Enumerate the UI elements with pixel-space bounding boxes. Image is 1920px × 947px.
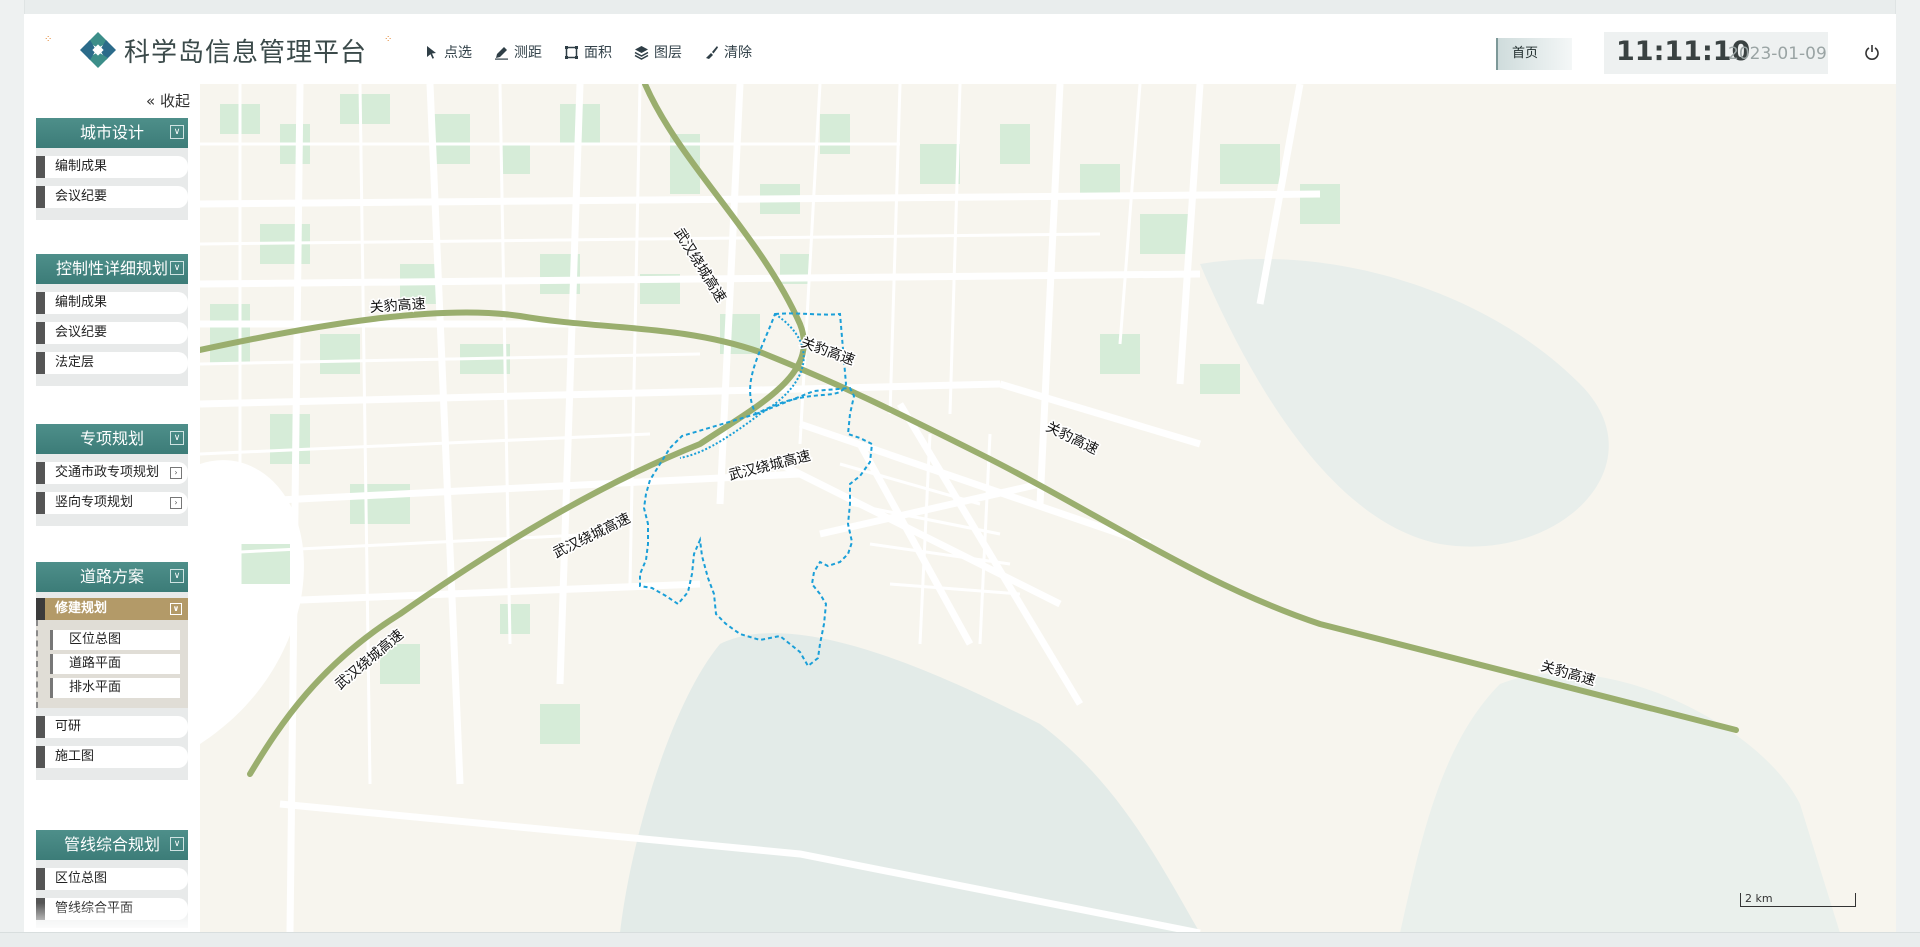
- app-logo-icon: [80, 32, 116, 68]
- pen-icon: [495, 46, 508, 60]
- sidebar-item[interactable]: 竖向专项规划 ›: [36, 492, 188, 514]
- sidebar-item[interactable]: 可研: [36, 716, 188, 738]
- sidebar-item-label: 修建规划: [55, 601, 108, 616]
- chevron-down-icon[interactable]: ∨: [170, 603, 182, 615]
- map-scale-bar: 2 km: [1740, 893, 1856, 907]
- expand-icon[interactable]: ›: [170, 467, 182, 479]
- brush-icon: [706, 45, 718, 59]
- group-title: 道路方案: [79, 567, 144, 586]
- sub-item[interactable]: 排水平面: [50, 678, 180, 698]
- corner-mark-icon: ⁘: [384, 34, 393, 45]
- sidebar-item-label: 竖向专项规划: [55, 495, 134, 510]
- sidebar-item-label: 交通市政专项规划: [55, 465, 160, 480]
- sidebar-item[interactable]: 会议纪要: [36, 186, 188, 208]
- tool-layers[interactable]: 图层: [634, 42, 682, 62]
- forest-area: [620, 633, 1200, 933]
- road-label: 关豹高速: [799, 334, 857, 369]
- map-view[interactable]: 关豹高速 关豹高速 关豹高速 关豹高速 武汉绕城高速 武汉绕城高速 武汉绕城高速…: [200, 84, 1896, 933]
- tool-measure-area[interactable]: 面积: [564, 42, 612, 62]
- power-icon[interactable]: [1864, 44, 1880, 60]
- window-frame-right: [1895, 0, 1920, 947]
- tool-label: 面积: [584, 45, 612, 61]
- window-frame-left: [0, 0, 25, 947]
- corner-mark-icon: ⁘: [44, 34, 53, 45]
- sidebar-item-active[interactable]: 修建规划 ∨: [36, 598, 188, 620]
- sidebar-scroll-fade: [24, 903, 200, 933]
- sidebar-item[interactable]: 法定层: [36, 352, 188, 374]
- expand-icon[interactable]: ›: [170, 497, 182, 509]
- group-header[interactable]: 控制性详细规划 ∨: [36, 254, 188, 284]
- sub-item-list: 区位总图 道路平面 排水平面: [36, 620, 188, 708]
- group-title: 城市设计: [79, 123, 144, 142]
- group-header[interactable]: 管线综合规划 ∨: [36, 830, 188, 860]
- tool-point-select[interactable]: 点选: [424, 42, 472, 62]
- window-frame-top: [0, 0, 1920, 15]
- sub-item[interactable]: 区位总图: [50, 630, 180, 650]
- collapse-sidebar-button[interactable]: « 收起: [146, 90, 190, 111]
- chevron-down-icon[interactable]: ∨: [170, 125, 184, 139]
- tool-label: 清除: [724, 45, 752, 61]
- tool-label: 点选: [444, 45, 472, 61]
- group-title: 专项规划: [79, 429, 144, 448]
- chevron-down-icon[interactable]: ∨: [170, 431, 184, 445]
- tool-clear[interactable]: 清除: [704, 42, 752, 62]
- tool-label: 图层: [654, 45, 682, 61]
- sidebar-item[interactable]: 交通市政专项规划 ›: [36, 462, 188, 484]
- sidebar-item[interactable]: 施工图: [36, 746, 188, 768]
- sidebar-item[interactable]: 区位总图: [36, 868, 188, 890]
- sidebar-item[interactable]: 编制成果: [36, 156, 188, 178]
- clock-panel: 11:11:10 2023-01-09: [1604, 32, 1828, 74]
- sidebar-panel: « 收起 城市设计 ∨ 编制成果 会议纪要 控制性详细规划 ∨ 编制成果 会议纪要 …: [24, 84, 200, 933]
- sidebar-group-urban-design: 城市设计 ∨ 编制成果 会议纪要: [36, 118, 188, 220]
- header-bar: ⁘ 科学岛信息管理平台 ⁘ 点选 测距 面积 图层 清除 首页 11:11:10…: [24, 14, 1896, 84]
- group-header[interactable]: 道路方案 ∨: [36, 562, 188, 592]
- sidebar-item[interactable]: 编制成果: [36, 292, 188, 314]
- sidebar-group-road-scheme: 道路方案 ∨ 修建规划 ∨ 区位总图 道路平面 排水平面 可研 施工图: [36, 562, 188, 780]
- group-title: 管线综合规划: [63, 835, 160, 854]
- tool-measure-distance[interactable]: 测距: [494, 42, 542, 62]
- road-label: 关豹高速: [1043, 418, 1101, 458]
- chevron-down-icon[interactable]: ∨: [170, 569, 184, 583]
- sidebar-item[interactable]: 会议纪要: [36, 322, 188, 344]
- app-title: 科学岛信息管理平台: [124, 38, 368, 68]
- chevron-down-icon[interactable]: ∨: [170, 261, 184, 275]
- window-frame-bottom: [0, 932, 1920, 947]
- map-canvas[interactable]: 关豹高速 关豹高速 关豹高速 关豹高速 武汉绕城高速 武汉绕城高速 武汉绕城高速…: [200, 84, 1896, 933]
- sidebar-group-regulatory-plan: 控制性详细规划 ∨ 编制成果 会议纪要 法定层: [36, 254, 188, 386]
- sub-item[interactable]: 道路平面: [50, 654, 180, 674]
- group-header[interactable]: 专项规划 ∨: [36, 424, 188, 454]
- sidebar-group-special-plan: 专项规划 ∨ 交通市政专项规划 › 竖向专项规划 ›: [36, 424, 188, 526]
- home-button[interactable]: 首页: [1496, 38, 1572, 70]
- tool-label: 测距: [514, 45, 542, 61]
- group-title: 控制性详细规划: [55, 259, 168, 278]
- chevron-down-icon[interactable]: ∨: [170, 837, 184, 851]
- area-icon: [565, 45, 578, 59]
- group-header[interactable]: 城市设计 ∨: [36, 118, 188, 148]
- clock-date: 2023-01-09: [1728, 44, 1827, 64]
- pointer-icon: [427, 45, 436, 59]
- map-toolbar: 点选 测距 面积 图层 清除: [424, 42, 752, 62]
- layers-icon: [634, 45, 649, 60]
